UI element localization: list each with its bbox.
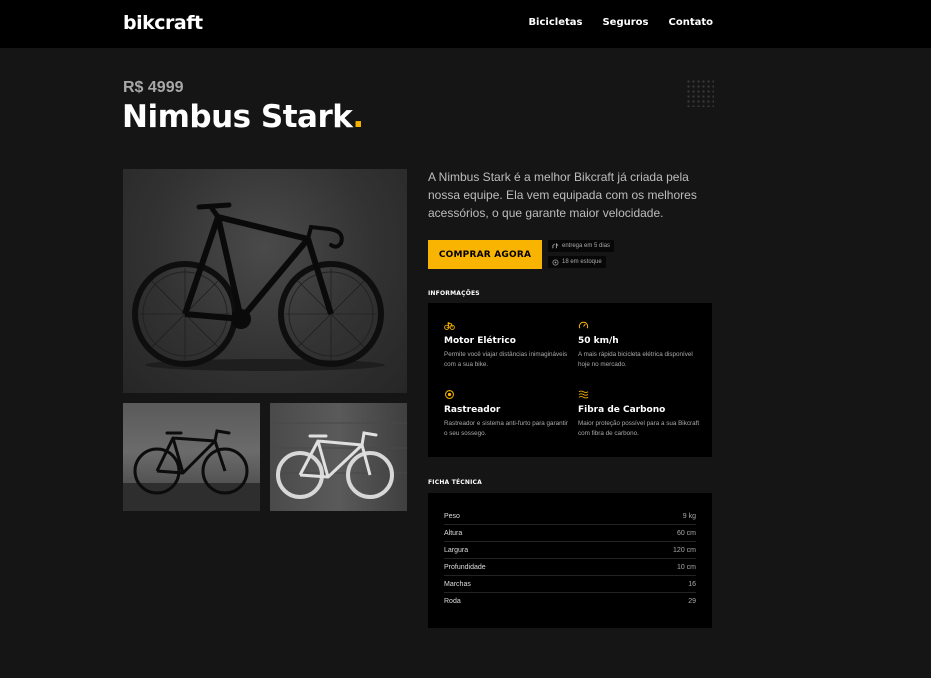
stock-tag: 18 em estoque [548,256,606,268]
title-accent-dot: . [352,99,364,135]
spec-value: 60 cm [676,529,696,537]
spec-value: 9 kg [682,512,696,520]
nav-link-contato[interactable]: Contato [668,17,713,28]
spec-row: Marchas 16 [444,576,696,593]
nav-link-bicicletas[interactable]: Bicicletas [528,17,582,28]
feature-item: Rastreador Rastreador e sistema anti-fur… [444,389,569,439]
buy-now-button[interactable]: COMPRAR AGORA [428,240,542,269]
feature-text: Rastreador e sistema anti-furto para gar… [444,420,568,437]
main-nav: Bicicletas Seguros Contato [528,17,713,28]
spec-name: Altura [444,529,463,537]
delivery-tag: entrega em 5 dias [548,240,615,252]
feature-item: Fibra de Carbono Maior proteção possível… [578,389,703,439]
specs-table: Peso 9 kg Altura 60 cm Largura 120 cm Profu… [428,493,712,628]
logo[interactable]: bikcraft [123,12,203,34]
delivery-icon [552,242,559,248]
product-description: A Nimbus Stark é a melhor Bikcraft já cr… [428,170,697,220]
spec-name: Marchas [444,580,471,588]
feature-item: Motor Elétrico Permite você viajar distâ… [444,320,569,370]
bike-icon [444,322,455,330]
spec-row: Altura 60 cm [444,525,696,542]
stock-text: 18 em estoque [562,259,602,265]
feature-text: A mais rápida bicicleta elétrica disponí… [578,351,693,368]
spec-name: Peso [444,512,460,520]
spec-row: Roda 29 [444,593,696,610]
feature-name: Fibra de Carbono [578,405,666,415]
site-header: bikcraft Bicicletas Seguros Contato [0,0,931,48]
feature-text: Permite você viajar distâncias inimaginá… [444,351,568,368]
carbon-fiber-icon [578,390,589,399]
product-image-main [123,169,407,393]
spec-value: 10 cm [676,563,696,571]
spec-value: 120 cm [673,546,696,554]
spec-name: Profundidade [444,563,486,571]
product-price: R$ 4999 [123,79,184,96]
nav-link-seguros[interactable]: Seguros [602,17,648,28]
product-image-thumb-2[interactable] [270,403,407,511]
speedometer-icon [578,321,589,329]
specs-section-label: FICHA TÉCNICA [428,479,482,486]
info-section-label: INFORMAÇÕES [428,290,480,297]
spec-name: Largura [444,546,469,554]
feature-name: 50 km/h [578,336,619,346]
stock-icon [552,259,559,265]
feature-text: Maior proteção possível para a sua Bikcr… [578,420,700,437]
spec-row: Peso 9 kg [444,508,696,525]
info-panel: Motor Elétrico Permite você viajar distâ… [428,303,712,457]
feature-name: Motor Elétrico [444,336,516,346]
spec-row: Largura 120 cm [444,542,696,559]
product-name: Nimbus Stark [122,99,353,135]
spec-name: Roda [444,598,461,605]
spec-value: 29 [688,598,696,605]
spec-value: 16 [688,580,696,588]
product-title: Nimbus Stark. [122,99,364,135]
spec-row: Profundidade 10 cm [444,559,696,576]
product-image-thumb-1[interactable] [123,403,260,511]
decorative-dot-grid [686,79,714,107]
delivery-text: entrega em 5 dias [562,243,611,249]
tracker-icon [445,390,454,399]
feature-name: Rastreador [444,405,501,415]
feature-item: 50 km/h A mais rápida bicicleta elétrica… [578,320,703,370]
